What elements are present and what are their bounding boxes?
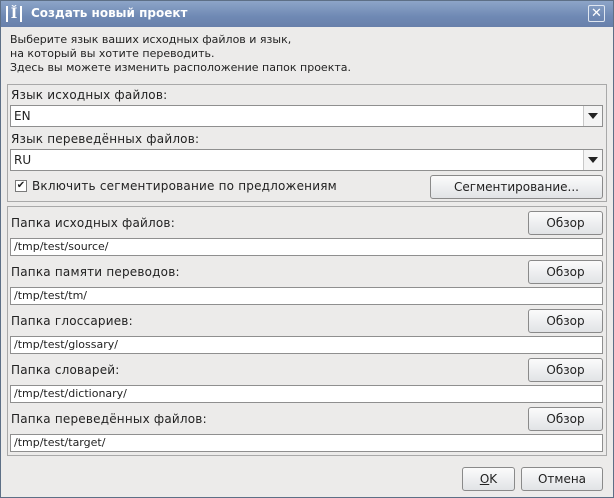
source-language-label: Язык исходных файлов: <box>11 88 168 102</box>
glossary-folder-label: Папка глоссариев: <box>11 314 133 328</box>
source-language-select[interactable]: EN <box>10 105 603 127</box>
glossary-folder-path: /tmp/test/glossary/ <box>14 338 118 351</box>
target-language-value: RU <box>14 153 32 167</box>
chevron-down-icon[interactable] <box>583 150 602 170</box>
dictionary-folder-field[interactable]: /tmp/test/dictionary/ <box>10 385 603 403</box>
tm-folder-field[interactable]: /tmp/test/tm/ <box>10 287 603 305</box>
target-folder-label: Папка переведённых файлов: <box>11 412 207 426</box>
cancel-button[interactable]: Отмена <box>521 467 603 491</box>
app-icon: Ǐ <box>6 6 22 22</box>
title-bar[interactable]: Ǐ Создать новый проект ✕ <box>1 1 613 27</box>
chevron-down-icon[interactable] <box>583 106 602 126</box>
segmentation-checkbox[interactable]: ✔ <box>15 180 27 192</box>
target-language-select[interactable]: RU <box>10 149 603 171</box>
new-project-dialog: Ǐ Создать новый проект ✕ Выберите язык в… <box>0 0 614 498</box>
close-button[interactable]: ✕ <box>588 5 605 22</box>
target-folder-path: /tmp/test/target/ <box>14 436 106 449</box>
tm-folder-label: Папка памяти переводов: <box>11 265 180 279</box>
tm-folder-path: /tmp/test/tm/ <box>14 289 87 302</box>
browse-tm-button[interactable]: Обзор <box>528 260 603 284</box>
target-language-label: Язык переведённых файлов: <box>11 132 200 146</box>
intro-text: Выберите язык ваших исходных файлов и яз… <box>10 33 351 75</box>
intro-line: Выберите язык ваших исходных файлов и яз… <box>10 33 292 46</box>
glossary-folder-field[interactable]: /tmp/test/glossary/ <box>10 336 603 354</box>
browse-glossary-button[interactable]: Обзор <box>528 309 603 333</box>
intro-line: на который вы хотите переводить. <box>10 47 215 60</box>
ok-label-rest: K <box>489 472 498 486</box>
source-folder-label: Папка исходных файлов: <box>11 216 175 230</box>
browse-source-button[interactable]: Обзор <box>528 211 603 235</box>
source-language-value: EN <box>14 109 31 123</box>
ok-button[interactable]: OK <box>462 467 515 491</box>
ok-mnemonic: O <box>479 472 490 486</box>
dictionary-folder-path: /tmp/test/dictionary/ <box>14 387 127 400</box>
browse-target-button[interactable]: Обзор <box>528 407 603 431</box>
window-title: Создать новый проект <box>31 6 188 20</box>
target-folder-field[interactable]: /tmp/test/target/ <box>10 434 603 452</box>
browse-dictionary-button[interactable]: Обзор <box>528 358 603 382</box>
segmentation-button[interactable]: Сегментирование... <box>430 175 603 199</box>
source-folder-path: /tmp/test/source/ <box>14 240 109 253</box>
dictionary-folder-label: Папка словарей: <box>11 363 120 377</box>
intro-line: Здесь вы можете изменить расположение па… <box>10 61 351 74</box>
source-folder-field[interactable]: /tmp/test/source/ <box>10 238 603 256</box>
segmentation-checkbox-label[interactable]: Включить сегментирование по предложениям <box>32 179 337 193</box>
